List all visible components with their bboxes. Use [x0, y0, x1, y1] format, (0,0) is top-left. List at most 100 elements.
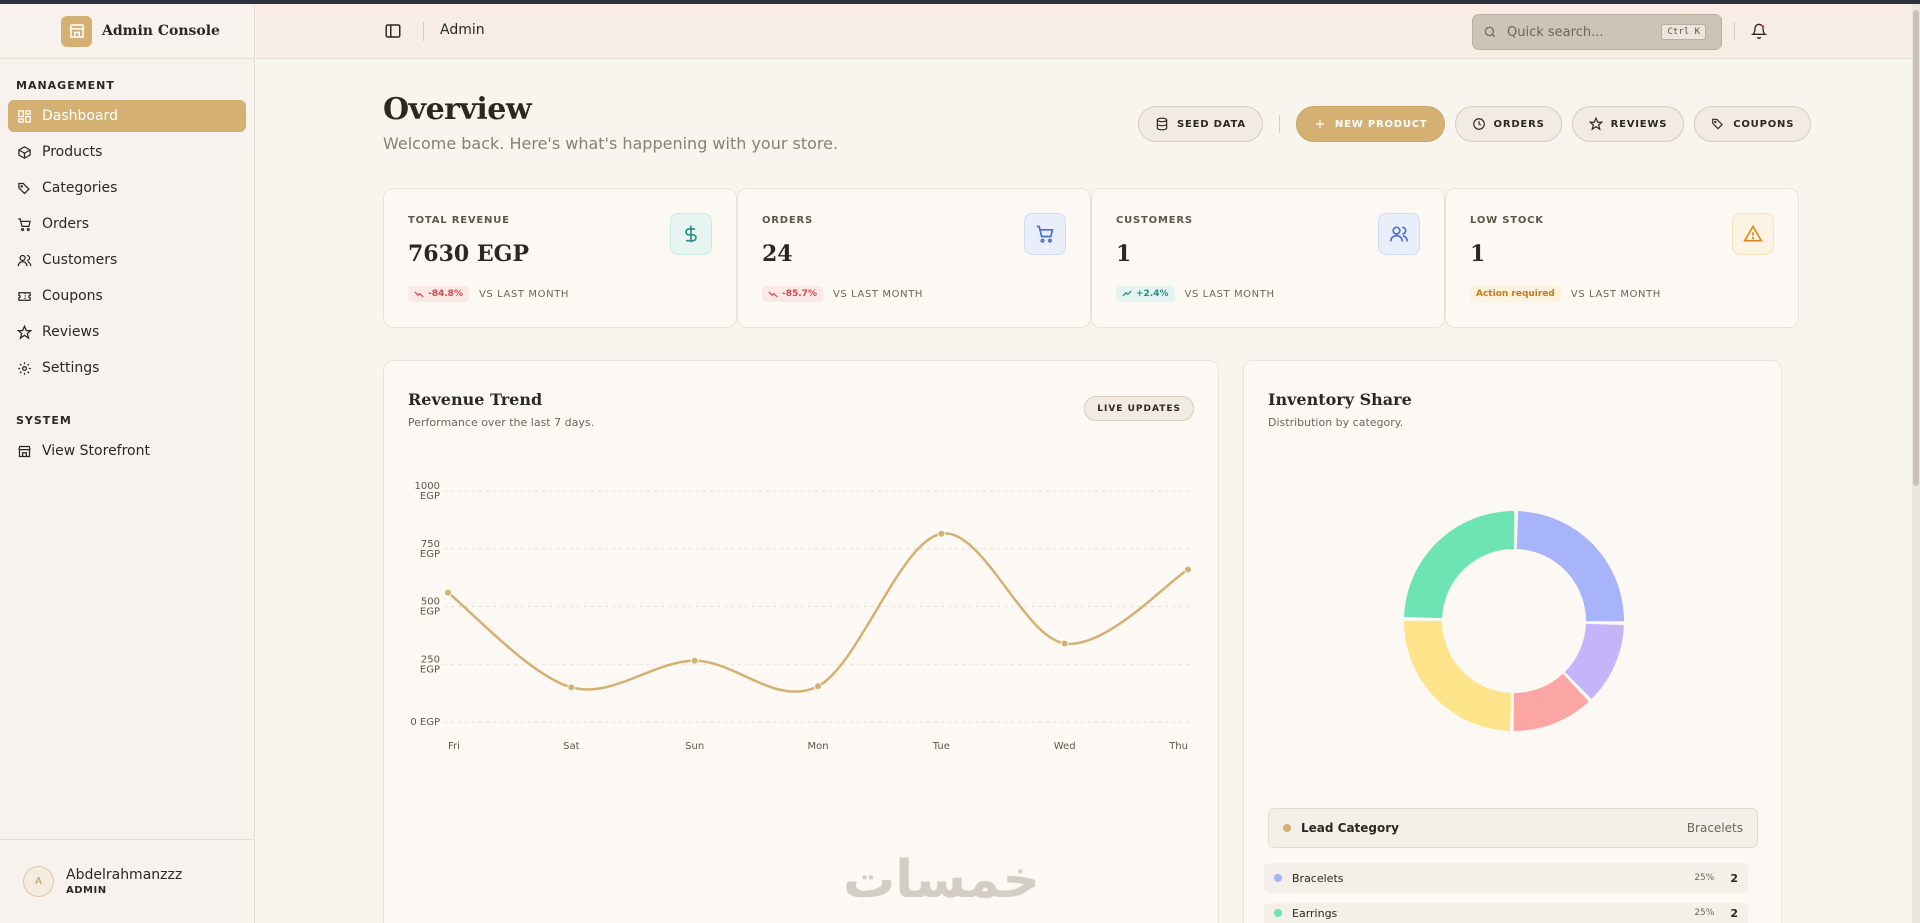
user-role: ADMIN: [66, 885, 107, 896]
coupons-button[interactable]: COUPONS: [1694, 106, 1812, 142]
sidebar-item-label: View Storefront: [42, 443, 150, 459]
sidebar-item-orders[interactable]: Orders: [8, 208, 246, 240]
dashboard-icon: [18, 109, 31, 123]
avatar: A: [23, 866, 54, 897]
stat-value: 1: [1116, 241, 1132, 267]
lead-label: Lead Category: [1301, 821, 1400, 835]
scrollbar-thumb[interactable]: [1913, 10, 1919, 486]
lead-category: Lead Category Bracelets: [1268, 808, 1758, 848]
stat-value: 24: [762, 241, 793, 267]
data-point: [444, 588, 452, 597]
tag-icon: [1712, 118, 1724, 130]
warning-icon: [1732, 213, 1774, 255]
stat-label: TOTAL REVENUE: [408, 215, 510, 226]
sidebar-item-reviews[interactable]: Reviews: [8, 316, 246, 348]
x-tick-label: Fri: [448, 741, 460, 752]
bell-icon[interactable]: [1751, 23, 1767, 39]
vs-label: VS LAST MONTH: [1570, 288, 1661, 300]
data-point: [814, 682, 822, 691]
reviews-button[interactable]: REVIEWS: [1571, 106, 1685, 142]
search-input[interactable]: [1507, 24, 1657, 40]
sidebar-toggle-icon[interactable]: [384, 22, 402, 40]
brand-name: Admin Console: [102, 23, 220, 39]
user-profile[interactable]: A Abdelrahmanzzz ADMIN: [0, 839, 255, 923]
lead-value: Bracelets: [1686, 821, 1743, 835]
live-updates-badge: LIVE UPDATES: [1084, 396, 1194, 421]
legend-dot: [1274, 909, 1282, 917]
stat-label: ORDERS: [762, 215, 814, 226]
cart-icon: [18, 217, 31, 231]
legend-row: Bracelets 25% 2: [1264, 863, 1748, 893]
quick-search[interactable]: Ctrl K: [1472, 14, 1722, 50]
y-tick-label: 250 EGP: [420, 654, 440, 675]
trend-down-icon: [768, 291, 778, 298]
search-shortcut: Ctrl K: [1661, 24, 1706, 40]
donut-slice[interactable]: [1516, 511, 1624, 622]
revenue-series-line: [447, 532, 1189, 693]
header-divider: [1734, 22, 1735, 41]
brand[interactable]: Admin Console: [0, 4, 254, 59]
watermark: خمسات: [843, 850, 1041, 910]
database-icon: [1156, 117, 1168, 131]
page-title: Overview: [383, 92, 532, 127]
donut-slice[interactable]: [1404, 620, 1512, 731]
x-tick-label: Sun: [685, 741, 704, 752]
sidebar-item-settings[interactable]: Settings: [8, 352, 246, 384]
orders-label: ORDERS: [1493, 118, 1545, 130]
change-value: +2.4%: [1136, 289, 1169, 299]
legend-name: Bracelets: [1292, 871, 1344, 885]
store-icon: [18, 445, 31, 457]
panel-title: Inventory Share: [1268, 390, 1412, 409]
box-icon: [18, 145, 31, 159]
sidebar-item-label: Categories: [42, 180, 118, 196]
coupons-label: COUPONS: [1733, 118, 1795, 130]
sidebar-item-label: Settings: [42, 360, 100, 376]
actions-divider: [1278, 115, 1280, 133]
legend-count: 2: [1730, 871, 1738, 885]
star-icon: [1588, 117, 1603, 131]
scrollbar[interactable]: [1912, 4, 1920, 923]
new-product-button[interactable]: NEW PRODUCT: [1295, 106, 1445, 142]
data-point: [1060, 639, 1069, 648]
x-tick-label: Thu: [1168, 741, 1188, 752]
vs-label: VS LAST MONTH: [1184, 288, 1275, 300]
y-tick-label: 750 EGP: [420, 539, 440, 560]
stat-value: 7630 EGP: [408, 241, 529, 267]
plus-icon: [1315, 119, 1324, 129]
sidebar-item-customers[interactable]: Customers: [8, 244, 246, 276]
sidebar-item-view-storefront[interactable]: View Storefront: [8, 435, 246, 467]
page-subtitle: Welcome back. Here's what's happening wi…: [383, 134, 839, 153]
y-tick-label: 1000 EGP: [415, 481, 440, 502]
sidebar-item-label: Coupons: [42, 288, 103, 304]
sidebar-item-dashboard[interactable]: Dashboard: [8, 100, 246, 132]
vs-label: VS LAST MONTH: [478, 288, 570, 300]
users-icon: [17, 254, 32, 266]
sidebar-item-categories[interactable]: Categories: [8, 172, 246, 204]
stat-card-orders: ORDERS 24 -85.7% VS LAST MONTH: [737, 188, 1091, 328]
cart-icon: [1024, 213, 1066, 255]
donut-slice[interactable]: [1404, 511, 1515, 619]
users-icon: [1378, 213, 1420, 255]
seed-data-button[interactable]: SEED DATA: [1138, 106, 1263, 142]
change-value: -84.8%: [428, 289, 463, 299]
header-divider: [423, 22, 424, 41]
x-tick-label: Sat: [563, 741, 579, 752]
user-name: Abdelrahmanzzz: [66, 867, 183, 883]
legend-percent: 25%: [1694, 908, 1715, 918]
inventory-donut-chart: [1404, 511, 1624, 731]
seed-data-label: SEED DATA: [1177, 118, 1246, 130]
stat-card-low-stock: LOW STOCK 1 Action required VS LAST MONT…: [1445, 188, 1799, 328]
sidebar-item-coupons[interactable]: Coupons: [8, 280, 246, 312]
change-badge: -85.7%: [762, 286, 823, 302]
legend-percent: 25%: [1694, 873, 1715, 883]
sidebar-item-products[interactable]: Products: [8, 136, 246, 168]
action-required-badge: Action required: [1470, 286, 1561, 302]
orders-button[interactable]: ORDERS: [1454, 106, 1562, 142]
data-point: [690, 656, 699, 665]
system-heading: SYSTEM: [16, 414, 72, 427]
data-point: [1184, 565, 1192, 574]
action-bar: SEED DATA NEW PRODUCT ORDERS REVIEWS COU…: [1138, 106, 1812, 142]
reviews-label: REVIEWS: [1610, 118, 1668, 130]
dollar-icon: [670, 213, 712, 255]
legend-count: 2: [1730, 906, 1738, 920]
